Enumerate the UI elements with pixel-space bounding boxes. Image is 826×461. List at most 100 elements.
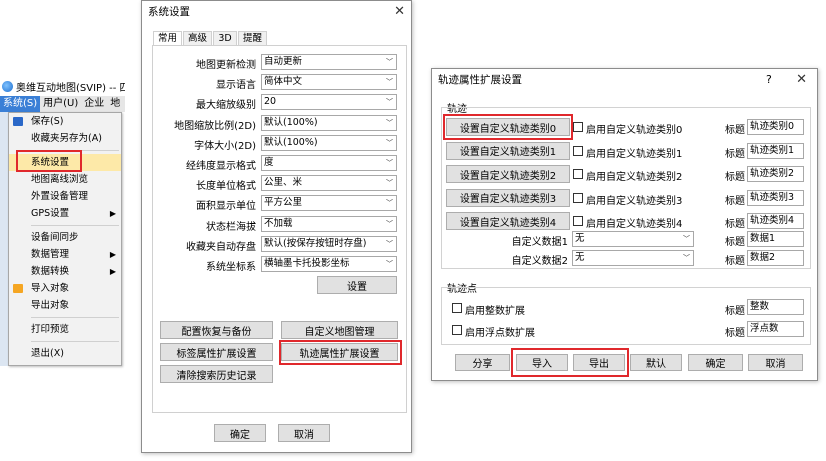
set-track-category-button[interactable]: 设置自定义轨迹类别4 xyxy=(446,212,570,230)
setting-select[interactable]: 横轴墨卡托投影坐标 ﹀ xyxy=(261,256,397,272)
setting-label: 地图缩放比例(2D) xyxy=(174,120,256,132)
close-icon[interactable]: ✕ xyxy=(394,1,405,23)
chevron-down-icon: ﹀ xyxy=(386,78,393,87)
setting-select[interactable]: 不加载 ﹀ xyxy=(261,215,397,232)
integer-title-input[interactable]: 整数 xyxy=(747,299,804,315)
menu-map[interactable]: 地 xyxy=(107,96,123,112)
close-icon[interactable]: ✕ xyxy=(796,69,807,91)
enable-track-category-checkbox[interactable] xyxy=(573,145,583,156)
track-attr-dialog: 轨迹属性扩展设置 ? ✕ 轨迹 设置自定义轨迹类别0 启用自定义轨迹类别0 标题 轨迹… xyxy=(431,68,818,381)
menu-item-offline-map[interactable]: 地图离线浏览 xyxy=(9,171,121,188)
left-panel-edge xyxy=(0,112,8,366)
setting-value: 平方公里 xyxy=(264,197,303,209)
setting-select[interactable]: 默认(100%) ﹀ xyxy=(261,114,397,131)
setting-select[interactable]: 度 ﹀ xyxy=(261,155,397,171)
ok-button[interactable]: 确定 xyxy=(688,354,743,371)
menu-item-save[interactable]: 保存(S) xyxy=(9,113,121,130)
menu-item-gps-settings[interactable]: GPS设置 ▶ xyxy=(9,205,121,222)
setting-select[interactable]: 默认(按保存按钮时存盘) ﹀ xyxy=(261,235,397,252)
cancel-button[interactable]: 取消 xyxy=(278,424,330,442)
menu-item-print-preview[interactable]: 打印预览 xyxy=(9,321,121,338)
custom-map-manage-button[interactable]: 自定义地图管理 xyxy=(281,321,398,339)
setting-value: 公里、米 xyxy=(264,177,303,189)
menu-item-data-management[interactable]: 数据管理 ▶ xyxy=(9,246,121,263)
setting-value: 默认(100%) xyxy=(264,136,318,148)
app-title-bar: 奥维互动地图(SVIP) -- 四 xyxy=(0,78,125,94)
config-backup-button[interactable]: 配置恢复与备份 xyxy=(160,321,273,339)
setting-button[interactable]: 设置 xyxy=(317,276,397,294)
menu-item-save-favorites-as[interactable]: 收藏夹另存为(A) xyxy=(9,130,121,147)
custom-data-title-input[interactable]: 数据2 xyxy=(747,250,804,266)
help-icon[interactable]: ? xyxy=(766,69,772,91)
enable-integer-ext-label: 启用整数扩展 xyxy=(465,306,525,317)
integer-title-label: 标题 xyxy=(725,306,745,317)
menu-enterprise[interactable]: 企业 xyxy=(81,96,107,112)
setting-select[interactable]: 20 ﹀ xyxy=(261,94,397,111)
float-title-input[interactable]: 浮点数 xyxy=(747,321,804,337)
title-label: 标题 xyxy=(725,125,745,136)
tab-3d[interactable]: 3D xyxy=(213,31,237,45)
default-button[interactable]: 默认 xyxy=(630,354,682,371)
setting-select[interactable]: 自动更新 ﹀ xyxy=(261,54,397,70)
custom-data-value: 无 xyxy=(575,252,585,263)
menu-item-device-sync[interactable]: 设备间同步 xyxy=(9,229,121,246)
custom-data-select[interactable]: 无 ﹀ xyxy=(572,250,694,266)
menu-user[interactable]: 用户(U) xyxy=(40,96,81,112)
setting-select[interactable]: 默认(100%) ﹀ xyxy=(261,134,397,151)
menu-item-external-devices[interactable]: 外置设备管理 xyxy=(9,188,121,205)
cancel-button[interactable]: 取消 xyxy=(748,354,803,371)
setting-value: 不加载 xyxy=(264,217,293,229)
menu-item-system-settings[interactable]: 系统设置 xyxy=(9,154,121,171)
label-attr-ext-button[interactable]: 标签属性扩展设置 xyxy=(160,343,273,361)
setting-label: 面积显示单位 xyxy=(196,201,256,213)
custom-data-title-input[interactable]: 数据1 xyxy=(747,231,804,247)
enable-integer-ext-checkbox[interactable] xyxy=(452,303,462,313)
track-attr-ext-button[interactable]: 轨迹属性扩展设置 xyxy=(281,343,398,361)
setting-select[interactable]: 简体中文 ﹀ xyxy=(261,74,397,91)
enable-track-category-checkbox[interactable] xyxy=(573,169,583,179)
enable-float-ext-label: 启用浮点数扩展 xyxy=(465,328,535,339)
enable-track-category-label: 启用自定义轨迹类别0 xyxy=(586,125,683,136)
setting-value: 自动更新 xyxy=(264,56,303,67)
track-category-title-input[interactable]: 轨迹类别1 xyxy=(747,142,804,159)
setting-select[interactable]: 平方公里 ﹀ xyxy=(261,195,397,212)
track-category-title-input[interactable]: 轨迹类别0 xyxy=(747,119,804,135)
set-track-category-button[interactable]: 设置自定义轨迹类别3 xyxy=(446,188,570,207)
track-category-title-input[interactable]: 轨迹类别4 xyxy=(747,213,804,229)
system-menu: 保存(S) 收藏夹另存为(A) 系统设置 地图离线浏览 外置设备管理 GPS设置… xyxy=(8,112,122,366)
export-button[interactable]: 导出 xyxy=(573,354,625,371)
menu-item-exit[interactable]: 退出(X) xyxy=(9,345,121,362)
clear-search-history-button[interactable]: 清除搜索历史记录 xyxy=(160,365,273,383)
enable-track-category-checkbox[interactable] xyxy=(573,216,583,226)
menu-item-data-conversion[interactable]: 数据转换 ▶ xyxy=(9,263,121,280)
dialog-title-bar: 系统设置 ✕ xyxy=(142,1,411,23)
ok-button[interactable]: 确定 xyxy=(214,424,266,442)
share-button[interactable]: 分享 xyxy=(455,354,510,371)
dialog-title: 轨迹属性扩展设置 xyxy=(438,74,522,86)
setting-select[interactable]: 公里、米 ﹀ xyxy=(261,175,397,192)
title-label: 标题 xyxy=(725,148,745,160)
app-title: 奥维互动地图(SVIP) -- 四 xyxy=(16,82,125,94)
chevron-down-icon: ﹀ xyxy=(386,219,393,228)
enable-track-category-checkbox[interactable] xyxy=(573,122,583,132)
setting-value: 横轴墨卡托投影坐标 xyxy=(264,258,350,269)
set-track-category-button[interactable]: 设置自定义轨迹类别0 xyxy=(446,118,570,136)
menu-system[interactable]: 系统(S) xyxy=(0,96,41,112)
chevron-down-icon: ﹀ xyxy=(386,118,393,127)
enable-float-ext-checkbox[interactable] xyxy=(452,325,462,335)
menu-item-export-objects[interactable]: 导出对象 xyxy=(9,297,121,314)
set-track-category-button[interactable]: 设置自定义轨迹类别1 xyxy=(446,141,570,160)
track-category-title-input[interactable]: 轨迹类别2 xyxy=(747,166,804,182)
tab-advanced[interactable]: 高级 xyxy=(183,31,212,45)
custom-data-select[interactable]: 无 ﹀ xyxy=(572,231,694,247)
import-button[interactable]: 导入 xyxy=(516,354,568,371)
tab-common[interactable]: 常用 xyxy=(153,31,182,46)
enable-track-category-checkbox[interactable] xyxy=(573,192,583,203)
set-track-category-button[interactable]: 设置自定义轨迹类别2 xyxy=(446,165,570,183)
track-category-title-input[interactable]: 轨迹类别3 xyxy=(747,189,804,206)
tab-reminder[interactable]: 提醒 xyxy=(238,31,267,45)
chevron-down-icon: ﹀ xyxy=(386,58,393,66)
title-label: 标题 xyxy=(725,172,745,183)
chevron-down-icon: ﹀ xyxy=(386,239,393,248)
menu-item-import-objects[interactable]: 导入对象 xyxy=(9,280,121,297)
